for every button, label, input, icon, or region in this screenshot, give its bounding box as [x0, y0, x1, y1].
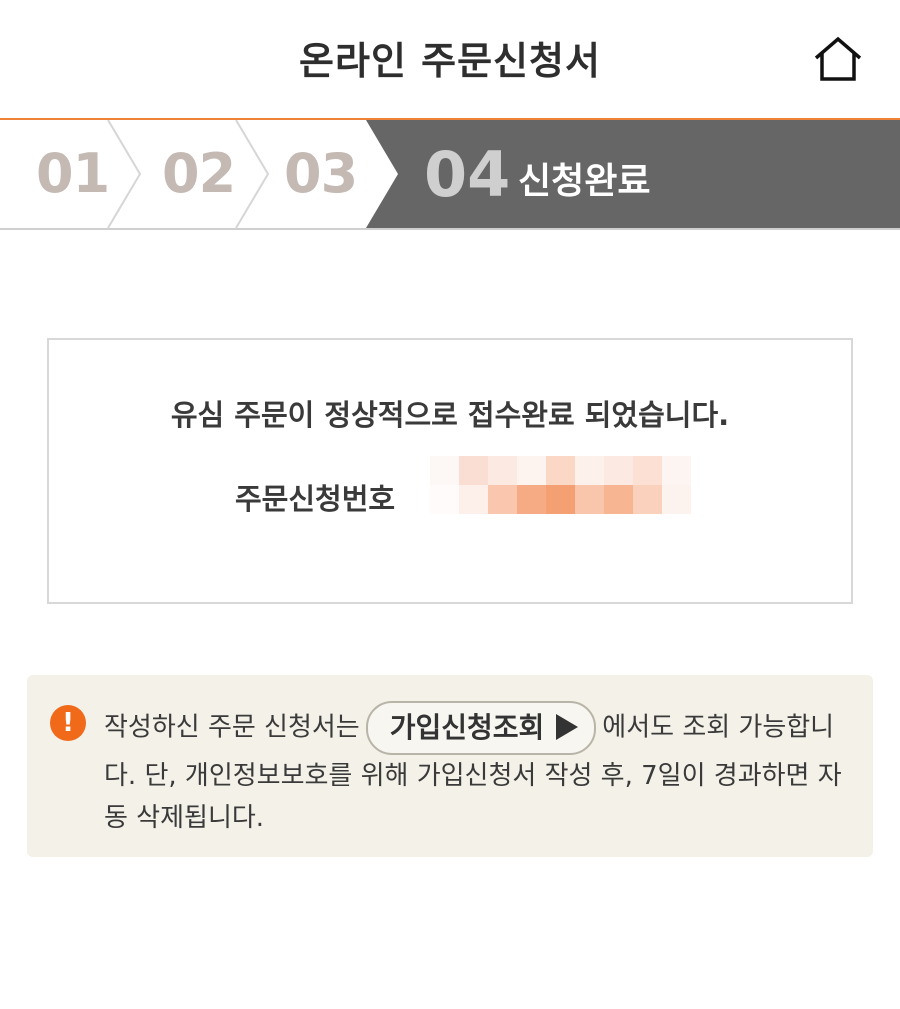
- step-4-number: 04: [424, 138, 511, 211]
- page-title: 온라인 주문신청서: [299, 39, 601, 83]
- step-4-label: 신청완료: [518, 161, 651, 202]
- step-3: 03: [284, 142, 358, 205]
- notice-box: ! 작성하신 주문 신청서는 가입신청조회 에서도 조회 가능합니다. 단, 개인정…: [27, 675, 873, 857]
- result-box: 유심 주문이 정상적으로 접수완료 되었습니다. 주문신청번호: [47, 338, 853, 604]
- application-lookup-button-label: 가입신청조회: [389, 711, 545, 744]
- success-message: 유심 주문이 정상적으로 접수완료 되었습니다.: [170, 398, 730, 432]
- step-2: 02: [162, 142, 236, 205]
- play-arrow-icon: [556, 714, 579, 740]
- exclamation-icon: !: [50, 705, 86, 741]
- notice-text: 작성하신 주문 신청서는 가입신청조회 에서도 조회 가능합니다. 단, 개인정보보…: [104, 701, 844, 839]
- order-number-redacted: [430, 456, 691, 514]
- application-lookup-button[interactable]: 가입신청조회: [365, 701, 597, 755]
- step-indicator: 01 02 03 04 신청완료: [0, 118, 900, 230]
- header: 온라인 주문신청서: [0, 0, 900, 118]
- order-number-label: 주문신청번호: [235, 482, 396, 516]
- home-icon[interactable]: [812, 36, 864, 82]
- step-1: 01: [36, 142, 110, 205]
- notice-text-before: 작성하신 주문 신청서는: [104, 712, 360, 743]
